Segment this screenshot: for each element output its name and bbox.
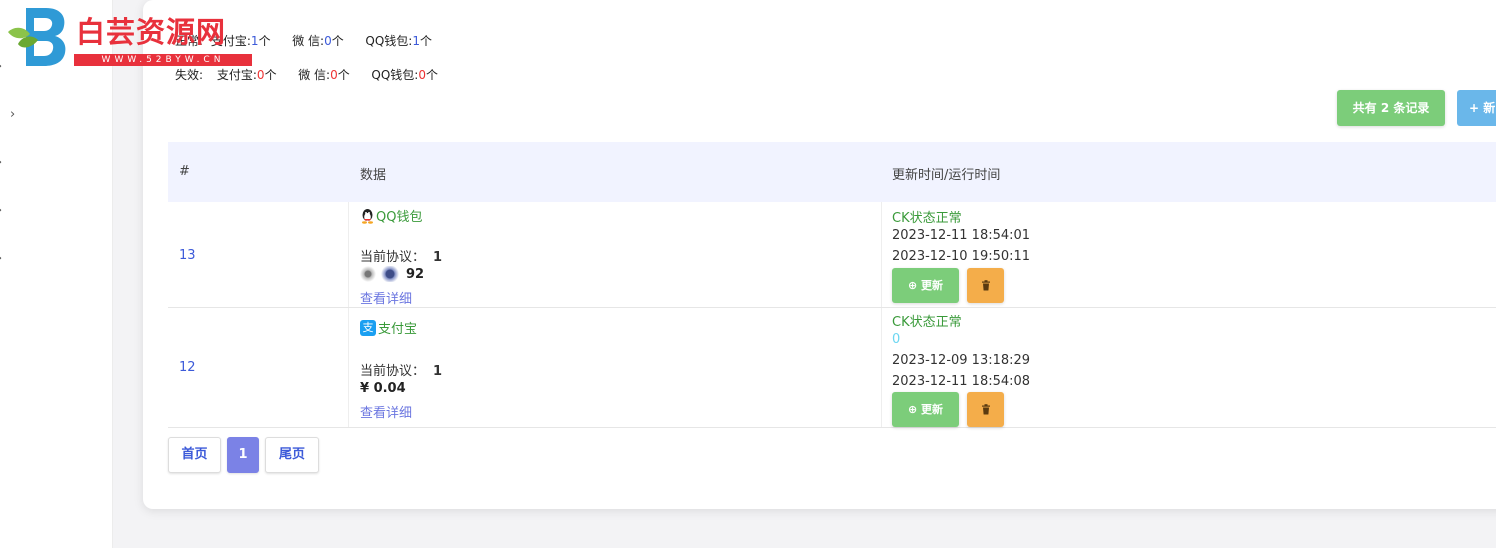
refresh-icon: ⊕ — [907, 403, 918, 416]
amount: ¥ 0.04 — [360, 381, 406, 396]
payment-type: 支 支付宝 — [360, 318, 417, 337]
chevron-right-icon[interactable]: › — [0, 204, 2, 217]
total-records-button[interactable]: 共有 2 条记录 — [1337, 90, 1445, 126]
stats-alipay-count: 0 — [256, 68, 265, 82]
stats-wechat-count: 0 — [324, 34, 332, 48]
protocol-value: 1 — [433, 364, 443, 379]
payment-type-label: 支付宝 — [378, 322, 418, 337]
current-page-button[interactable]: 1 — [227, 437, 259, 473]
ck-status: CK状态正常 — [892, 315, 962, 330]
header-time: 更新时间/运行时间 — [892, 168, 1001, 183]
zero-value: 0 — [892, 332, 901, 347]
table-header: # 数据 更新时间/运行时间 — [168, 142, 1496, 202]
blurred-avatar — [360, 266, 404, 282]
record-id-link[interactable]: 12 — [179, 360, 196, 375]
header-data: 数据 — [360, 168, 387, 183]
view-detail-link[interactable]: 查看详细 — [360, 402, 412, 421]
add-new-button[interactable]: + 新 — [1457, 90, 1496, 126]
update-button[interactable]: ⊕ 更新 — [892, 392, 959, 427]
stats-qq-label: QQ钱包: — [365, 34, 413, 48]
main-card: 正常: 支付宝:1个 微 信:0个 QQ钱包:1个 失效: 支付宝:0个 微 信… — [143, 0, 1496, 509]
amount-value: ¥ 0.04 — [360, 381, 406, 396]
protocol: 当前协议： 1 — [360, 364, 443, 379]
first-page-button[interactable]: 首页 — [168, 437, 221, 473]
delete-button[interactable] — [967, 392, 1004, 427]
stats-wechat-label: 微 信: — [298, 68, 331, 82]
stats-qq-count: 0 — [418, 68, 426, 82]
chevron-right-icon[interactable]: › — [0, 252, 2, 265]
refresh-icon: ⊕ — [907, 279, 918, 292]
stats-wechat-count: 0 — [330, 68, 338, 82]
run-time: 2023-12-11 18:54:08 — [892, 374, 1031, 389]
table-row: 12 支 支付宝 当前协议： 1 ¥ 0.04 查看详细 CK状态正常 0 202… — [168, 308, 1496, 428]
logo-url: WWW.52BYW.CN — [74, 54, 252, 66]
update-time: 2023-12-09 13:18:29 — [892, 353, 1031, 368]
payment-type: QQ钱包 — [360, 206, 422, 225]
protocol-value: 1 — [433, 250, 443, 265]
table-row: 13 QQ钱包 当前协议： 1 92 查看详细 CK状态正常 2023-12-1… — [168, 202, 1496, 308]
update-time: 2023-12-11 18:54:01 — [892, 228, 1031, 243]
trash-icon — [981, 404, 990, 415]
amount-value: 92 — [406, 266, 425, 282]
view-detail-link[interactable]: 查看详细 — [360, 288, 412, 307]
record-id-link[interactable]: 13 — [179, 248, 196, 263]
delete-button[interactable] — [967, 268, 1004, 303]
logo-title: 白芸资源网 — [76, 15, 227, 49]
protocol: 当前协议： 1 — [360, 250, 443, 265]
last-page-button[interactable]: 尾页 — [265, 437, 319, 473]
pagination: 首页 1 尾页 — [168, 437, 319, 473]
ck-status: CK状态正常 — [892, 211, 962, 226]
header-id: # — [179, 164, 190, 179]
run-time: 2023-12-10 19:50:11 — [892, 249, 1031, 264]
site-logo: 白芸资源网 WWW.52BYW.CN — [0, 4, 260, 70]
qq-penguin-icon — [360, 208, 375, 224]
chevron-right-icon[interactable]: › — [10, 108, 15, 121]
sidebar: › › › › › — [0, 0, 113, 548]
amount: 92 — [360, 266, 424, 282]
stats-wechat-label: 微 信: — [292, 34, 325, 48]
update-button[interactable]: ⊕ 更新 — [892, 268, 959, 303]
payment-type-label: QQ钱包 — [376, 210, 423, 225]
logo-mark-icon — [8, 8, 66, 66]
alipay-icon: 支 — [360, 319, 376, 336]
trash-icon — [981, 280, 990, 291]
records-table: # 数据 更新时间/运行时间 13 QQ钱包 当前协议： 1 92 查看详细 C… — [168, 142, 1496, 428]
stats-qq-count: 1 — [412, 34, 420, 48]
stats-qq-label: QQ钱包: — [371, 68, 419, 82]
chevron-right-icon[interactable]: › — [0, 156, 2, 169]
